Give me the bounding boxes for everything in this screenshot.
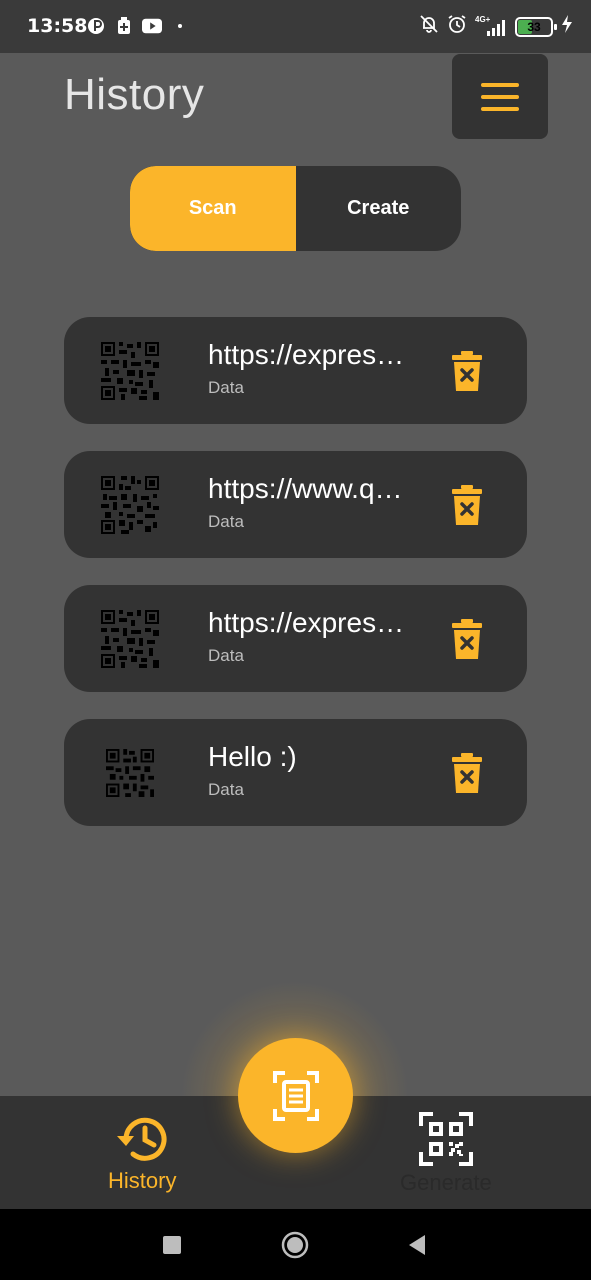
square-icon [163,1236,181,1254]
history-item-title: Hello :) [208,741,297,772]
history-item[interactable]: https://www.q… Data [64,451,527,558]
app-icon [86,16,106,36]
trash-icon[interactable] [452,351,482,391]
trash-icon[interactable] [452,619,482,659]
qr-code-icon [101,342,159,400]
history-item-subtitle: Data [208,646,244,665]
dot-icon [170,16,190,36]
system-nav-bar [0,1209,591,1280]
history-icon [117,1117,167,1161]
nav-history-label: History [108,1168,177,1193]
history-item[interactable]: https://expres… Data [64,317,527,424]
status-bar: 13:58 4G+ 33 [0,0,591,53]
tab-create[interactable]: Create [296,166,462,251]
hamburger-icon [481,82,519,111]
history-list: https://expres… Data https://www.q… Data… [64,317,527,853]
charging-icon [561,15,573,38]
scan-document-icon [272,1070,319,1121]
qr-code-icon [106,749,154,797]
recents-button[interactable] [163,1236,181,1259]
scan-create-toggle: Scan Create [130,166,461,251]
back-button[interactable] [407,1234,427,1261]
history-item[interactable]: https://expres… Data [64,585,527,692]
history-item-title: https://www.q… [208,473,403,504]
status-time: 13:58 [27,15,88,37]
signal-icon: 4G+ [475,15,507,37]
youtube-icon [142,16,162,36]
scan-fab-button[interactable] [238,1038,353,1153]
history-item-title: https://expres… [208,339,405,370]
bell-off-icon [419,14,439,39]
circle-icon [281,1231,309,1259]
qr-generate-icon [418,1112,473,1166]
nav-generate-label: Generate [400,1170,492,1195]
tab-scan[interactable]: Scan [130,166,296,251]
qr-code-icon [101,476,159,534]
battery-saver-icon [114,16,134,36]
page-title: History [64,70,205,119]
history-item-subtitle: Data [208,780,244,799]
battery-level: 33 [527,19,541,34]
history-item-subtitle: Data [208,512,244,531]
menu-button[interactable] [452,54,548,139]
history-item-title: https://expres… [208,607,405,638]
triangle-back-icon [409,1235,425,1255]
alarm-icon [447,14,467,39]
history-item[interactable]: Hello :) Data [64,719,527,826]
qr-code-icon [101,610,159,668]
battery-icon: 33 [515,16,557,37]
history-item-subtitle: Data [208,378,244,397]
nav-history[interactable]: History [108,1114,176,1194]
home-button[interactable] [281,1231,309,1264]
trash-icon[interactable] [452,485,482,525]
trash-icon[interactable] [452,753,482,793]
nav-generate[interactable]: Generate [400,1112,492,1196]
